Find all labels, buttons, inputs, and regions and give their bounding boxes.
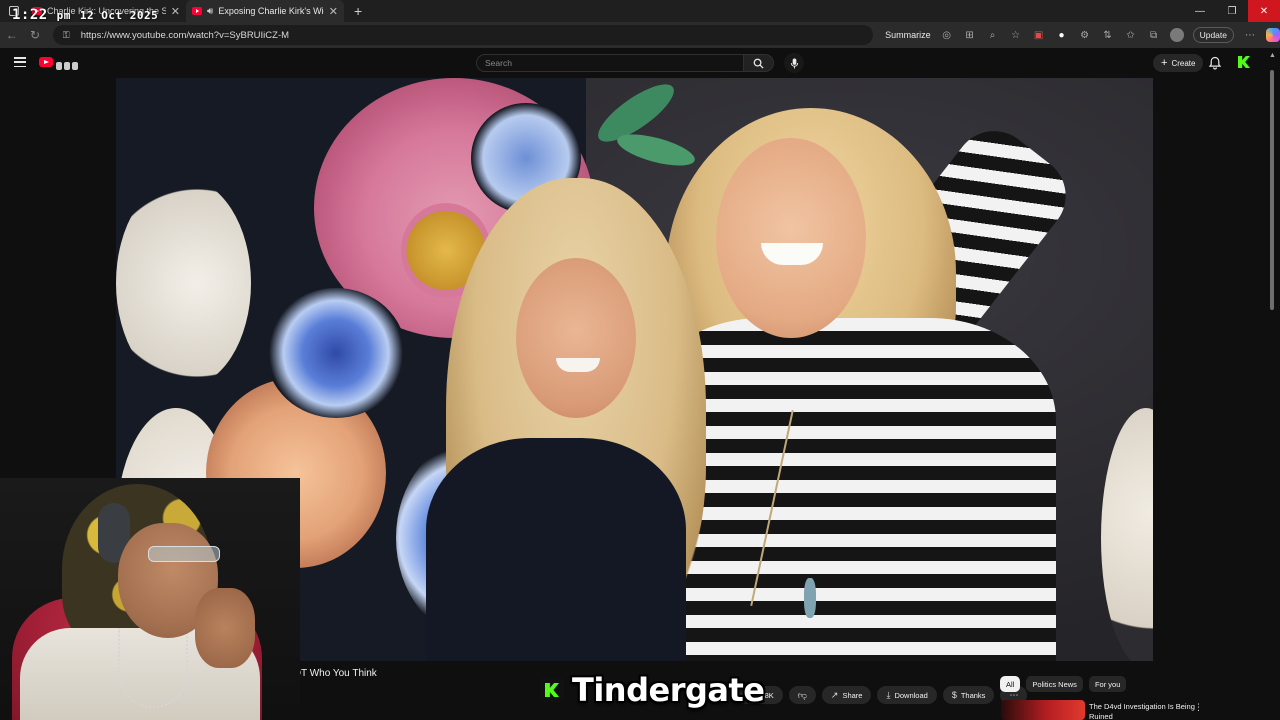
favorites-icon[interactable]: ✩: [1124, 28, 1138, 42]
microphone-icon: [790, 57, 798, 69]
tab-title: Exposing Charlie Kirk's Widow: [218, 6, 324, 16]
kick-logo-icon: [540, 678, 564, 702]
url-text: https://www.youtube.com/watch?v=SyBRUIiC…: [80, 29, 290, 41]
toolbar-right: Summarize ◎ ⊞ ⌕ ☆ ▣ ● ⚙ ⇅ ✩ ⧉ Update ⋯: [885, 27, 1280, 43]
read-aloud-icon[interactable]: ◎: [940, 28, 954, 42]
copilot-icon[interactable]: [1266, 28, 1280, 42]
collections-icon[interactable]: ⧉: [1147, 28, 1161, 42]
create-button[interactable]: + Create: [1153, 54, 1204, 72]
tab-close-icon[interactable]: ✕: [171, 5, 180, 18]
youtube-wordmark[interactable]: [56, 57, 84, 70]
search-icon: [753, 58, 764, 69]
reload-icon[interactable]: ↻: [23, 23, 46, 47]
video-actions: 👍︎ 18K 👎︎ ↗ Share ⤓ Download $ Thanks ⋯: [738, 686, 1028, 704]
share-button[interactable]: ↗ Share: [821, 686, 872, 704]
more-vertical-icon[interactable]: ⋮: [1194, 702, 1203, 713]
address-bar[interactable]: ⚿ https://www.youtube.com/watch?v=SyBRUI…: [52, 25, 874, 45]
back-icon[interactable]: ←: [0, 23, 23, 47]
create-label: Create: [1171, 58, 1196, 68]
audio-playing-icon[interactable]: 🔊︎: [207, 6, 213, 17]
recommendation-title[interactable]: The D4vd Investigation Is Being Ruined: [1089, 702, 1199, 720]
plus-icon[interactable]: +: [354, 3, 362, 19]
apps-icon[interactable]: ⊞: [963, 28, 977, 42]
search-button[interactable]: [744, 54, 774, 72]
close-icon[interactable]: ✕: [1248, 0, 1280, 22]
clock-time: 1:22: [12, 7, 48, 23]
zoom-icon[interactable]: ⌕: [986, 28, 1000, 42]
download-label: Download: [894, 690, 928, 700]
youtube-header: + Create: [0, 48, 1280, 78]
window-controls: — ❐ ✕: [1184, 0, 1280, 22]
share-label: Share: [842, 690, 863, 700]
address-toolbar: ← ↻ ⚿ https://www.youtube.com/watch?v=Sy…: [0, 22, 1280, 48]
minimize-icon[interactable]: —: [1184, 0, 1216, 22]
person-face: [516, 258, 636, 418]
download-button[interactable]: ⤓ Download: [877, 686, 937, 704]
chip-politics-news[interactable]: Politics News: [1026, 676, 1083, 692]
youtube-favicon-icon: [192, 7, 202, 15]
clock-ampm: pm: [56, 9, 71, 22]
favorite-star-icon[interactable]: ☆: [1009, 28, 1023, 42]
kick-logo-icon[interactable]: [1238, 56, 1250, 68]
profile-avatar[interactable]: [1169, 28, 1184, 42]
thanks-button[interactable]: $ Thanks: [942, 686, 995, 704]
recommendation-chips: All Politics News For you: [1000, 676, 1127, 692]
browser-tab-2[interactable]: 🔊︎ Exposing Charlie Kirk's Widow ✕: [186, 0, 344, 22]
plus-icon: +: [1161, 57, 1168, 69]
voice-search-button[interactable]: [784, 53, 804, 73]
summarize-button[interactable]: Summarize: [885, 30, 931, 40]
thumbs-down-icon: 👎︎: [797, 689, 807, 700]
recommendation-thumbnail[interactable]: [1001, 700, 1085, 720]
menu-icon[interactable]: [14, 57, 26, 67]
webcam-overlay: [0, 478, 300, 720]
scroll-up-icon[interactable]: ▲: [1269, 52, 1276, 59]
extension-puzzle-icon[interactable]: ⚙: [1078, 28, 1092, 42]
restore-icon[interactable]: ❐: [1216, 0, 1248, 22]
browser-tab-bar: Charlie Kirk: Uncovering the Susp ✕ 🔊︎ E…: [0, 0, 1280, 22]
update-button[interactable]: Update: [1192, 27, 1234, 43]
chip-all[interactable]: All: [1000, 676, 1021, 692]
more-menu-icon[interactable]: ⋯: [1243, 28, 1257, 42]
search-input[interactable]: [485, 58, 743, 68]
stream-brand-overlay: Tindergate: [540, 670, 765, 710]
thanks-label: Thanks: [960, 690, 986, 700]
sunglasses: [148, 546, 220, 562]
extension-icon[interactable]: ▣: [1032, 28, 1046, 42]
notifications-bell-icon[interactable]: [1208, 56, 1222, 70]
site-info-icon[interactable]: ⚿: [63, 30, 73, 40]
person-face: [716, 138, 866, 338]
extension-ghost-icon[interactable]: ●: [1055, 28, 1069, 42]
brand-word: Tindergate: [572, 671, 765, 709]
share-icon: ↗: [830, 689, 839, 700]
search-box[interactable]: [476, 54, 744, 72]
overlay-clock: 1:22 pm 12 Oct 2025: [12, 7, 158, 23]
chip-for-you[interactable]: For you: [1088, 676, 1127, 692]
split-screen-icon[interactable]: ⇅: [1101, 28, 1115, 42]
download-icon: ⤓: [886, 689, 891, 700]
youtube-logo-icon[interactable]: [39, 57, 53, 67]
page-scrollbar[interactable]: ▲ ▼: [1268, 52, 1276, 716]
tab-close-icon[interactable]: ✕: [329, 5, 338, 18]
clock-date: 12 Oct 2025: [79, 9, 159, 22]
thanks-icon: $: [951, 690, 957, 700]
scrollbar-thumb[interactable]: [1270, 70, 1274, 310]
dislike-button[interactable]: 👎︎: [788, 686, 816, 704]
